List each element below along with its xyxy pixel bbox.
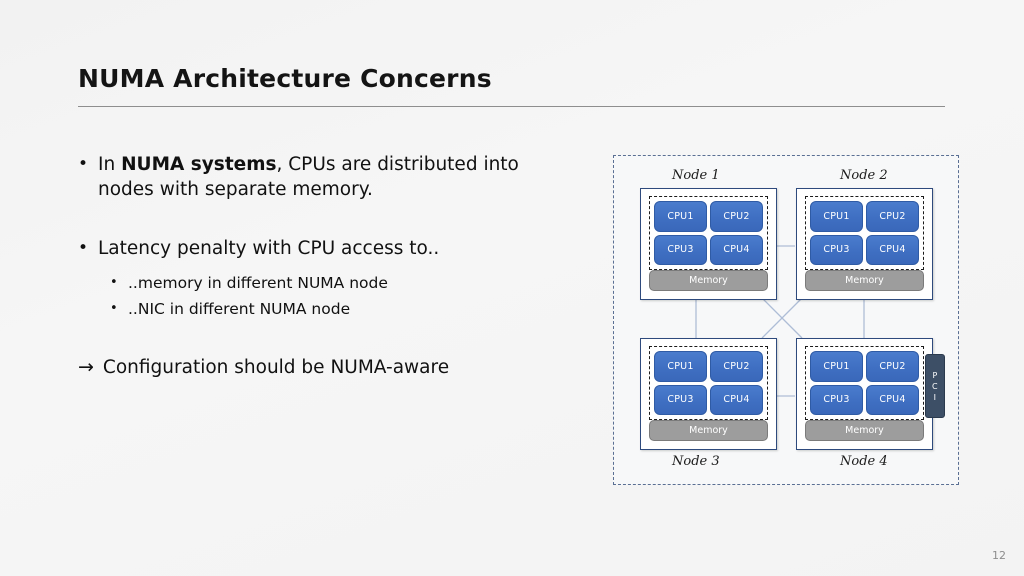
sub-bullet-2-text: ..NIC in different NUMA node [128, 300, 351, 318]
pci-device: P C I [925, 354, 945, 418]
numa-architecture-diagram: Node 1 CPU1 CPU2 CPU3 CPU4 Memory Node 2… [613, 155, 959, 485]
cpu-box: CPU2 [866, 351, 919, 382]
bullet-item-2: • Latency penalty with CPU access to.. [78, 236, 548, 261]
node-4-label: Node 4 [840, 454, 888, 469]
conclusion-line: → Configuration should be NUMA-aware [78, 355, 548, 380]
node-4-memory-bar: Memory [805, 420, 924, 441]
title-divider [78, 106, 945, 107]
bullet-content-column: • In NUMA systems, CPUs are distributed … [78, 152, 548, 380]
sub-bullet-marker: • [110, 301, 118, 316]
sub-bullet-list: • ..memory in different NUMA node • ..NI… [78, 271, 548, 321]
pci-letter: C [932, 381, 938, 391]
right-arrow-icon: → [78, 356, 94, 378]
cpu-box: CPU1 [654, 351, 707, 382]
bullet-1-text: In NUMA systems, CPUs are distributed in… [98, 152, 548, 202]
bullet-marker: • [78, 238, 89, 258]
bullet-item-1: • In NUMA systems, CPUs are distributed … [78, 152, 548, 202]
cpu-box: CPU1 [654, 201, 707, 232]
slide-canvas: NUMA Architecture Concerns • In NUMA sys… [0, 0, 1024, 576]
page-title: NUMA Architecture Concerns [78, 64, 492, 93]
node-4: CPU1 CPU2 CPU3 CPU4 Memory [796, 338, 933, 450]
cpu-box: CPU4 [866, 234, 919, 265]
cpu-box: CPU4 [866, 384, 919, 415]
node-3-cpu-group: CPU1 CPU2 CPU3 CPU4 [649, 346, 768, 420]
sub-bullet-item-1: • ..memory in different NUMA node [110, 271, 548, 295]
cpu-box: CPU3 [654, 384, 707, 415]
node-1-label: Node 1 [672, 168, 720, 183]
cpu-box: CPU4 [710, 234, 763, 265]
node-3-label: Node 3 [672, 454, 720, 469]
cpu-box: CPU1 [810, 201, 863, 232]
node-2-label: Node 2 [840, 168, 888, 183]
node-1-cpu-group: CPU1 CPU2 CPU3 CPU4 [649, 196, 768, 270]
node-2-cpu-group: CPU1 CPU2 CPU3 CPU4 [805, 196, 924, 270]
bullet-marker: • [78, 154, 89, 174]
cpu-box: CPU1 [810, 351, 863, 382]
node-3: CPU1 CPU2 CPU3 CPU4 Memory [640, 338, 777, 450]
sub-bullet-marker: • [110, 275, 118, 290]
conclusion-text: Configuration should be NUMA-aware [102, 357, 450, 378]
cpu-box: CPU3 [810, 384, 863, 415]
node-1: CPU1 CPU2 CPU3 CPU4 Memory [640, 188, 777, 300]
node-1-memory-bar: Memory [649, 270, 768, 291]
sub-bullet-item-2: • ..NIC in different NUMA node [110, 297, 548, 321]
page-number: 12 [992, 549, 1006, 562]
cpu-box: CPU2 [866, 201, 919, 232]
cpu-box: CPU3 [810, 234, 863, 265]
cpu-box: CPU2 [710, 201, 763, 232]
node-3-memory-bar: Memory [649, 420, 768, 441]
node-2-memory-bar: Memory [805, 270, 924, 291]
cpu-box: CPU3 [654, 234, 707, 265]
bullet-1-bold: NUMA systems [121, 154, 277, 175]
bullet-2-text: Latency penalty with CPU access to.. [98, 238, 440, 259]
node-4-cpu-group: CPU1 CPU2 CPU3 CPU4 [805, 346, 924, 420]
cpu-box: CPU2 [710, 351, 763, 382]
node-2: CPU1 CPU2 CPU3 CPU4 Memory [796, 188, 933, 300]
pci-letter: P [932, 370, 938, 380]
cpu-box: CPU4 [710, 384, 763, 415]
bullet-1-prefix: In [98, 154, 122, 175]
pci-letter: I [933, 392, 937, 402]
sub-bullet-1-text: ..memory in different NUMA node [128, 274, 388, 292]
